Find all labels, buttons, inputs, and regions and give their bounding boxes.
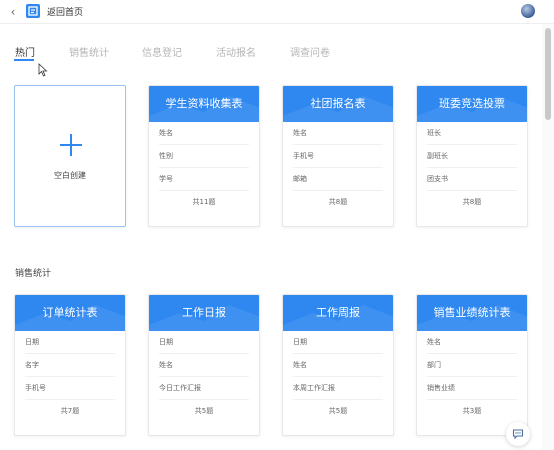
- card-field: 姓名: [159, 354, 249, 377]
- card-title: 销售业绩统计表: [433, 306, 511, 319]
- home-link[interactable]: 返回首页: [47, 5, 83, 18]
- card-field: 销售业绩: [427, 377, 517, 400]
- tab-survey[interactable]: 调查问卷: [290, 44, 330, 59]
- card-field: 手机号: [293, 145, 383, 168]
- tab-sales-stats[interactable]: 销售统计: [69, 44, 109, 59]
- card-field: 班长: [427, 122, 517, 145]
- card-question-count: 共5题: [194, 407, 214, 415]
- card-field: 手机号: [25, 377, 115, 400]
- card-header: 订单统计表: [15, 295, 125, 331]
- card-title: 社团报名表: [310, 97, 366, 110]
- section-title: 销售统计: [15, 269, 52, 279]
- template-card-sales-performance[interactable]: 销售业绩统计表 姓名 部门 销售业绩 共3题: [416, 294, 528, 436]
- blank-create-label: 空白创建: [54, 171, 86, 180]
- template-card-student-info[interactable]: 学生资料收集表 姓名 性别 学号 共11题: [148, 85, 260, 227]
- card-field: 姓名: [159, 122, 249, 145]
- chevron-left-icon[interactable]: ‹: [6, 4, 20, 20]
- card-field: 名字: [25, 354, 115, 377]
- tab-event-signup[interactable]: 活动报名: [216, 44, 256, 59]
- card-field: 部门: [427, 354, 517, 377]
- card-header: 社团报名表: [283, 86, 393, 122]
- template-card-club-signup[interactable]: 社团报名表 姓名 手机号 邮箱 共8题: [282, 85, 394, 227]
- blank-create-card[interactable]: 空白创建: [14, 85, 126, 227]
- card-question-count: 共8题: [462, 198, 482, 206]
- app-logo-icon: [26, 4, 40, 18]
- template-card-order-stats[interactable]: 订单统计表 日期 名字 手机号 共7题: [14, 294, 126, 436]
- tab-info-registration[interactable]: 信息登记: [142, 44, 182, 59]
- tab-hot[interactable]: 热门: [15, 44, 35, 59]
- card-field: 姓名: [293, 354, 383, 377]
- mouse-cursor-icon: [38, 63, 48, 77]
- card-question-count: 共5题: [328, 407, 348, 415]
- card-question-count: 共11题: [192, 198, 216, 206]
- card-question-count: 共7题: [60, 407, 80, 415]
- card-title: 学生资料收集表: [165, 97, 243, 110]
- card-field: 团支书: [427, 168, 517, 191]
- card-header: 班委竞选投票: [417, 86, 527, 122]
- card-question-count: 共3题: [462, 407, 482, 415]
- template-card-daily-report[interactable]: 工作日报 日期 姓名 今日工作汇报 共5题: [148, 294, 260, 436]
- card-question-count: 共8题: [328, 198, 348, 206]
- card-title: 订单统计表: [42, 306, 98, 319]
- card-field: 姓名: [293, 122, 383, 145]
- card-field: 学号: [159, 168, 249, 191]
- card-title: 班委竞选投票: [439, 97, 505, 110]
- card-field: 性别: [159, 145, 249, 168]
- card-field: 本周工作汇报: [293, 377, 383, 400]
- avatar[interactable]: [521, 4, 535, 18]
- card-field: 姓名: [427, 331, 517, 354]
- card-title: 工作周报: [316, 306, 360, 319]
- category-tabs: 热门 销售统计 信息登记 活动报名 调查问卷: [0, 40, 540, 64]
- card-title: 工作日报: [182, 306, 226, 319]
- card-header: 工作周报: [283, 295, 393, 331]
- card-field: 日期: [293, 331, 383, 354]
- card-field: 今日工作汇报: [159, 377, 249, 400]
- template-card-weekly-report[interactable]: 工作周报 日期 姓名 本周工作汇报 共5题: [282, 294, 394, 436]
- card-header: 学生资料收集表: [149, 86, 259, 122]
- plus-icon: [60, 134, 82, 156]
- chat-bubble-icon: [512, 429, 524, 440]
- card-header: 工作日报: [149, 295, 259, 331]
- card-field: 日期: [25, 331, 115, 354]
- top-bar: ‹ 返回首页: [0, 0, 554, 24]
- card-field: 副班长: [427, 145, 517, 168]
- card-field: 日期: [159, 331, 249, 354]
- card-header: 销售业绩统计表: [417, 295, 527, 331]
- template-card-class-election[interactable]: 班委竞选投票 班长 副班长 团支书 共8题: [416, 85, 528, 227]
- chat-button[interactable]: [506, 422, 530, 446]
- active-tab-indicator: [14, 59, 34, 61]
- scrollbar-thumb[interactable]: [545, 28, 551, 120]
- card-field: 邮箱: [293, 168, 383, 191]
